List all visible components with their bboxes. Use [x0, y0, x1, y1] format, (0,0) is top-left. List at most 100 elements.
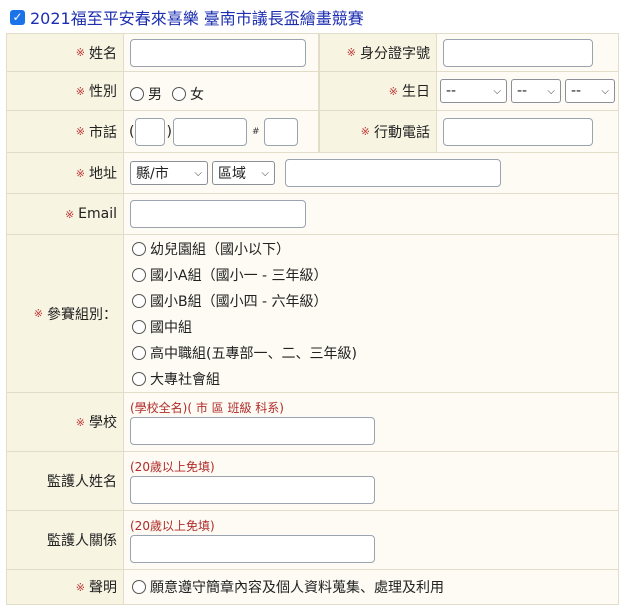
- name-label-cell: ※ 姓名: [6, 34, 124, 71]
- phone-label-cell: ※ 市話: [6, 111, 124, 152]
- phone-area-code-input[interactable]: [135, 117, 166, 146]
- declaration-label-cell: ※ 聲明: [6, 570, 124, 604]
- row-group: ※ 參賽組別： 幼兒園組（國小以下） 國小A組（國小一 - 三年級） 國小B組（…: [6, 235, 619, 393]
- email-input[interactable]: [130, 200, 306, 228]
- radio-circle-icon[interactable]: [132, 241, 146, 256]
- birth-day-select[interactable]: -- ⌵: [565, 79, 615, 103]
- required-mark: ※: [75, 166, 85, 180]
- district-select[interactable]: 區域 ⌵: [212, 161, 275, 185]
- phone-number-input[interactable]: [172, 117, 247, 146]
- group-option-senior-high[interactable]: 高中職組(五專部一、二、三年級): [132, 343, 357, 363]
- required-mark: ※: [388, 84, 398, 98]
- mobile-input[interactable]: [443, 117, 593, 146]
- chevron-down-icon: ⌵: [261, 167, 269, 179]
- group-option-junior-high[interactable]: 國中組: [132, 317, 192, 337]
- radio-circle-icon[interactable]: [130, 87, 144, 101]
- group-value-cell: 幼兒園組（國小以下） 國小A組（國小一 - 三年級） 國小B組（國小四 - 六年…: [124, 235, 619, 392]
- gender-label: 性別: [89, 84, 117, 100]
- phone-label: 市話: [89, 124, 117, 141]
- radio-circle-icon[interactable]: [132, 345, 146, 360]
- mobile-label: 行動電話: [374, 124, 430, 141]
- id-label-cell: ※ 身分證字號: [319, 34, 437, 71]
- county-select[interactable]: 縣/市 ⌵: [130, 161, 208, 185]
- row-guardian-name: 監護人姓名 (20歲以上免填): [6, 452, 619, 511]
- address-input[interactable]: [285, 159, 501, 187]
- county-value: 縣/市: [136, 166, 169, 182]
- phone-ext-input[interactable]: [264, 117, 299, 146]
- guardian-relation-value-cell: (20歲以上免填): [124, 511, 619, 569]
- group-label-cell: ※ 參賽組別：: [6, 235, 124, 392]
- guardian-relation-input[interactable]: [130, 535, 375, 563]
- guardian-name-input[interactable]: [130, 476, 375, 504]
- birth-year-select[interactable]: -- ⌵: [440, 79, 507, 103]
- chevron-down-icon: ⌵: [547, 85, 555, 97]
- school-label-cell: ※ 學校: [6, 393, 124, 451]
- row-phone-mobile: ※ 市話 ( ) # ※ 行動電話: [6, 111, 619, 153]
- guardian-name-label: 監護人姓名: [47, 474, 117, 490]
- birthday-value-cell: -- ⌵ -- ⌵ -- ⌵: [437, 72, 619, 110]
- radio-circle-icon[interactable]: [132, 580, 146, 594]
- group-option-label: 國小A組（國小一 - 三年級）: [150, 267, 328, 284]
- group-option-college-public[interactable]: 大專社會組: [132, 369, 220, 389]
- school-input[interactable]: [130, 417, 375, 445]
- title-checkbox[interactable]: ✓: [10, 9, 25, 25]
- phone-value-cell: ( ) #: [124, 111, 319, 152]
- name-input[interactable]: [130, 38, 306, 67]
- guardian-name-note: (20歲以上免填): [130, 460, 215, 474]
- declaration-option-label: 願意遵守簡章內容及個人資料蒐集、處理及利用: [150, 580, 444, 596]
- declaration-agree-option[interactable]: 願意遵守簡章內容及個人資料蒐集、處理及利用: [132, 577, 444, 597]
- page-title-row: ✓ 2021福至平安春來喜樂 臺南市議長盃繪畫競賽: [0, 0, 624, 34]
- gender-female-option[interactable]: 女: [172, 84, 204, 104]
- required-mark: ※: [75, 84, 85, 98]
- group-label: 參賽組別：: [47, 306, 117, 323]
- row-declaration: ※ 聲明 願意遵守簡章內容及個人資料蒐集、處理及利用: [6, 570, 619, 605]
- id-value-cell: [437, 34, 619, 71]
- radio-circle-icon[interactable]: [172, 87, 186, 101]
- row-guardian-relation: 監護人關係 (20歲以上免填): [6, 511, 619, 570]
- row-name-id: ※ 姓名 ※ 身分證字號: [6, 33, 619, 72]
- group-option-label: 幼兒園組（國小以下）: [150, 241, 290, 258]
- address-value-cell: 縣/市 ⌵ 區域 ⌵: [124, 153, 619, 193]
- school-note: (學校全名)( 市 區 班級 科系): [130, 401, 284, 415]
- email-label-cell: ※ Email: [6, 194, 124, 234]
- radio-circle-icon[interactable]: [132, 293, 146, 308]
- required-mark: ※: [64, 207, 75, 221]
- gender-female-label: 女: [190, 87, 204, 103]
- birth-year-value: --: [446, 83, 457, 99]
- chevron-down-icon: ⌵: [601, 85, 609, 97]
- required-mark: ※: [360, 125, 370, 138]
- required-mark: ※: [33, 307, 43, 320]
- radio-circle-icon[interactable]: [132, 319, 146, 334]
- birthday-label: 生日: [402, 84, 430, 100]
- group-option-label: 大專社會組: [150, 371, 220, 388]
- group-option-label: 國中組: [150, 319, 192, 336]
- birthday-label-cell: ※ 生日: [319, 72, 437, 110]
- birth-day-value: --: [571, 83, 582, 99]
- required-mark: ※: [75, 46, 85, 59]
- guardian-name-value-cell: (20歲以上免填): [124, 452, 619, 510]
- page-title: 2021福至平安春來喜樂 臺南市議長盃繪畫競賽: [30, 9, 364, 28]
- school-label: 學校: [89, 415, 117, 431]
- name-value-cell: [124, 34, 319, 71]
- mobile-label-cell: ※ 行動電話: [319, 111, 437, 152]
- radio-circle-icon[interactable]: [132, 267, 146, 282]
- chevron-down-icon: ⌵: [194, 167, 202, 179]
- declaration-label: 聲明: [89, 580, 117, 596]
- group-option-kindergarten[interactable]: 幼兒園組（國小以下）: [132, 239, 290, 259]
- birth-month-select[interactable]: -- ⌵: [511, 79, 561, 103]
- radio-circle-icon[interactable]: [132, 371, 146, 386]
- required-mark: ※: [75, 415, 85, 429]
- required-mark: ※: [75, 580, 85, 594]
- required-mark: ※: [75, 125, 85, 138]
- gender-male-label: 男: [148, 87, 162, 103]
- declaration-value-cell: 願意遵守簡章內容及個人資料蒐集、處理及利用: [124, 570, 619, 604]
- guardian-name-label-cell: 監護人姓名: [6, 452, 124, 510]
- group-option-elementary-b[interactable]: 國小B組（國小四 - 六年級）: [132, 291, 328, 311]
- name-label: 姓名: [89, 45, 117, 62]
- group-option-elementary-a[interactable]: 國小A組（國小一 - 三年級）: [132, 265, 328, 285]
- id-number-input[interactable]: [443, 38, 593, 67]
- gender-value-cell: 男 女: [124, 72, 319, 110]
- registration-form: ※ 姓名 ※ 身分證字號 ※ 性別 男 女 ※ 生日 -- ⌵ -- ⌵ -- …: [6, 33, 619, 605]
- guardian-relation-note: (20歲以上免填): [130, 519, 215, 533]
- gender-male-option[interactable]: 男: [130, 84, 162, 104]
